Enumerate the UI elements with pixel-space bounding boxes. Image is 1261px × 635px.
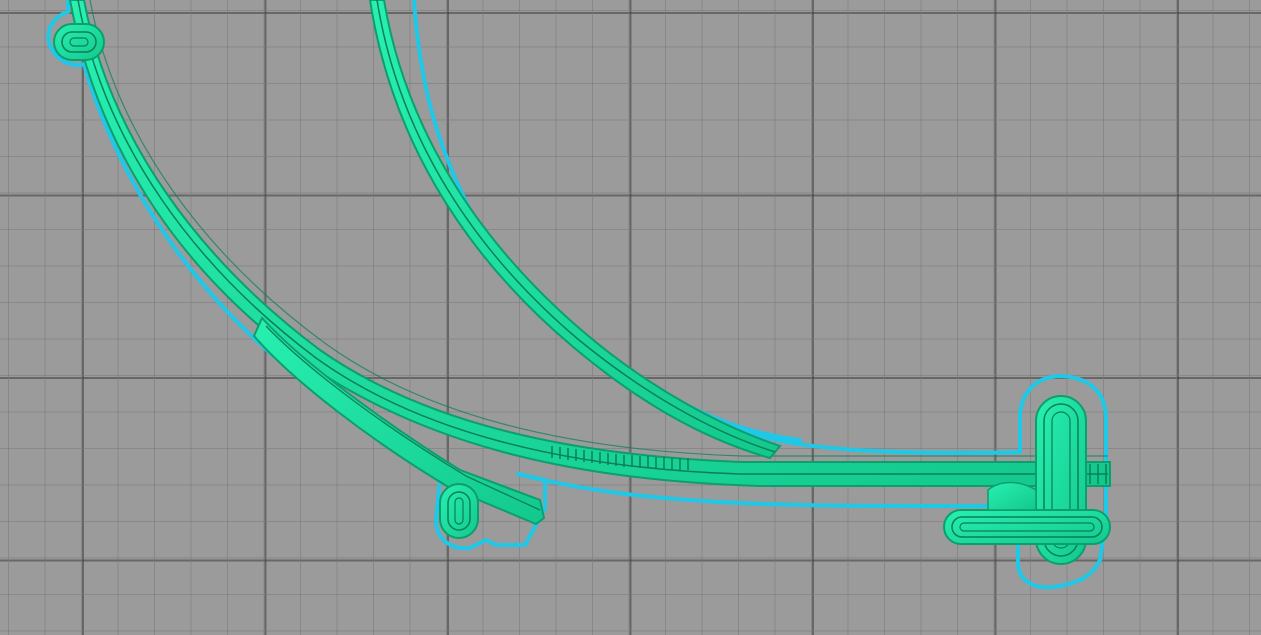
mid-tab xyxy=(439,483,479,539)
outer-arc-band xyxy=(68,0,1111,487)
toolpath-canvas[interactable] xyxy=(0,0,1261,635)
preview-viewport[interactable] xyxy=(0,0,1261,635)
skirt-outline xyxy=(46,0,1108,590)
left-tab xyxy=(53,23,105,61)
